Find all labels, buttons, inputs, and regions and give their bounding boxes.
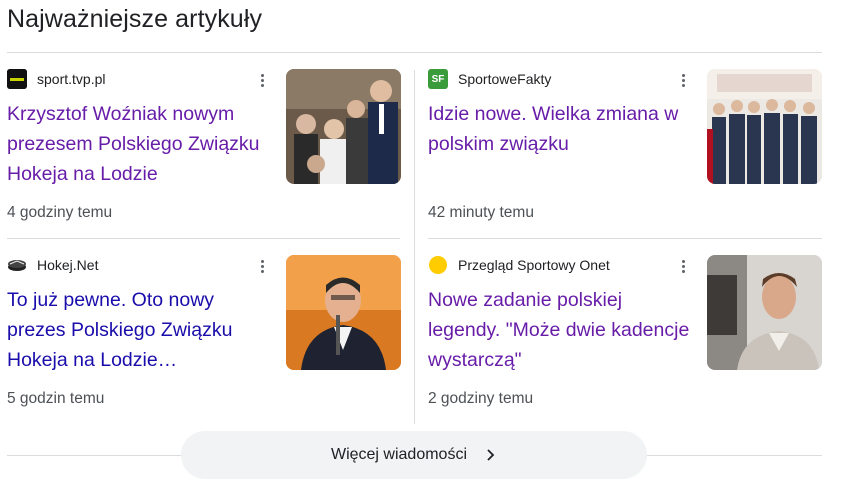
article-timestamp: 5 godzin temu	[7, 390, 105, 407]
news-card[interactable]: sport.tvp.pl Krzysztof Woźniak nowym pre…	[7, 69, 402, 237]
article-thumbnail[interactable]	[286, 255, 401, 370]
article-headline[interactable]: Idzie nowe. Wielka zmiana w polskim zwią…	[428, 99, 696, 159]
news-card[interactable]: SF SportoweFakty Idzie nowe. Wielka zmia…	[428, 69, 823, 237]
source-name: SportoweFakty	[458, 71, 552, 87]
news-source[interactable]: SF SportoweFakty	[428, 69, 551, 89]
article-timestamp: 42 minuty temu	[428, 204, 534, 221]
more-options-icon[interactable]	[252, 255, 272, 277]
row-divider-right	[428, 238, 822, 239]
section-title: Najważniejsze artykuły	[7, 5, 263, 33]
more-options-icon[interactable]	[673, 69, 693, 91]
yellow-dot-icon	[428, 255, 448, 275]
more-options-icon[interactable]	[252, 69, 272, 91]
source-name: sport.tvp.pl	[37, 71, 106, 87]
more-options-icon[interactable]	[673, 255, 693, 277]
more-news-label: Więcej wiadomości	[330, 446, 468, 463]
chevron-right-icon	[487, 449, 495, 461]
article-thumbnail[interactable]	[707, 255, 822, 370]
sportowefakty-logo-icon: SF	[428, 69, 448, 89]
article-headline[interactable]: Nowe zadanie polskiej legendy. "Może dwi…	[428, 285, 696, 375]
article-timestamp: 2 godziny temu	[428, 390, 534, 407]
news-source[interactable]: Hokej.Net	[7, 255, 98, 275]
column-divider	[414, 70, 415, 424]
article-thumbnail[interactable]	[286, 69, 401, 184]
top-divider	[7, 52, 822, 53]
hockey-puck-icon	[7, 255, 27, 275]
news-source[interactable]: Przegląd Sportowy Onet	[428, 255, 610, 275]
news-card[interactable]: Przegląd Sportowy Onet Nowe zadanie pols…	[428, 255, 823, 423]
row-divider-left	[7, 238, 400, 239]
article-headline[interactable]: Krzysztof Woźniak nowym prezesem Polskie…	[7, 99, 275, 189]
article-timestamp: 4 godziny temu	[7, 204, 113, 221]
news-card[interactable]: Hokej.Net To już pewne. Oto nowy prezes …	[7, 255, 402, 423]
tvp-sport-logo-icon	[7, 69, 27, 89]
source-name: Przegląd Sportowy Onet	[458, 257, 610, 273]
article-thumbnail[interactable]	[707, 69, 822, 184]
news-source[interactable]: sport.tvp.pl	[7, 69, 105, 89]
favicon-text: SF	[431, 73, 445, 85]
more-news-button[interactable]: Więcej wiadomości	[181, 431, 647, 479]
article-headline[interactable]: To już pewne. Oto nowy prezes Polskiego …	[7, 285, 275, 375]
source-name: Hokej.Net	[37, 257, 99, 273]
